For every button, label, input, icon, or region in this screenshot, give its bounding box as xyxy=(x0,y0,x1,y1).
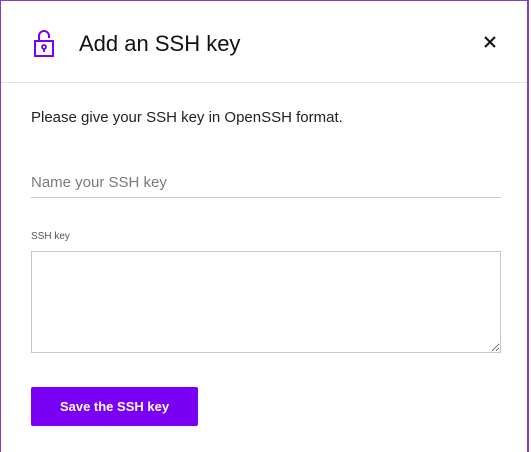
save-ssh-key-button[interactable]: Save the SSH key xyxy=(31,387,198,426)
dialog-header: Add an SSH key xyxy=(1,1,527,83)
ssh-key-name-input[interactable] xyxy=(31,167,501,198)
ssh-key-textarea[interactable] xyxy=(31,251,501,353)
dialog-title: Add an SSH key xyxy=(79,31,241,56)
close-icon[interactable] xyxy=(479,31,501,53)
lock-icon xyxy=(34,30,54,57)
ssh-key-label: SSH key xyxy=(31,231,70,242)
add-ssh-key-dialog: Add an SSH key Please give your SSH key … xyxy=(0,0,529,452)
intro-text: Please give your SSH key in OpenSSH form… xyxy=(31,109,343,126)
